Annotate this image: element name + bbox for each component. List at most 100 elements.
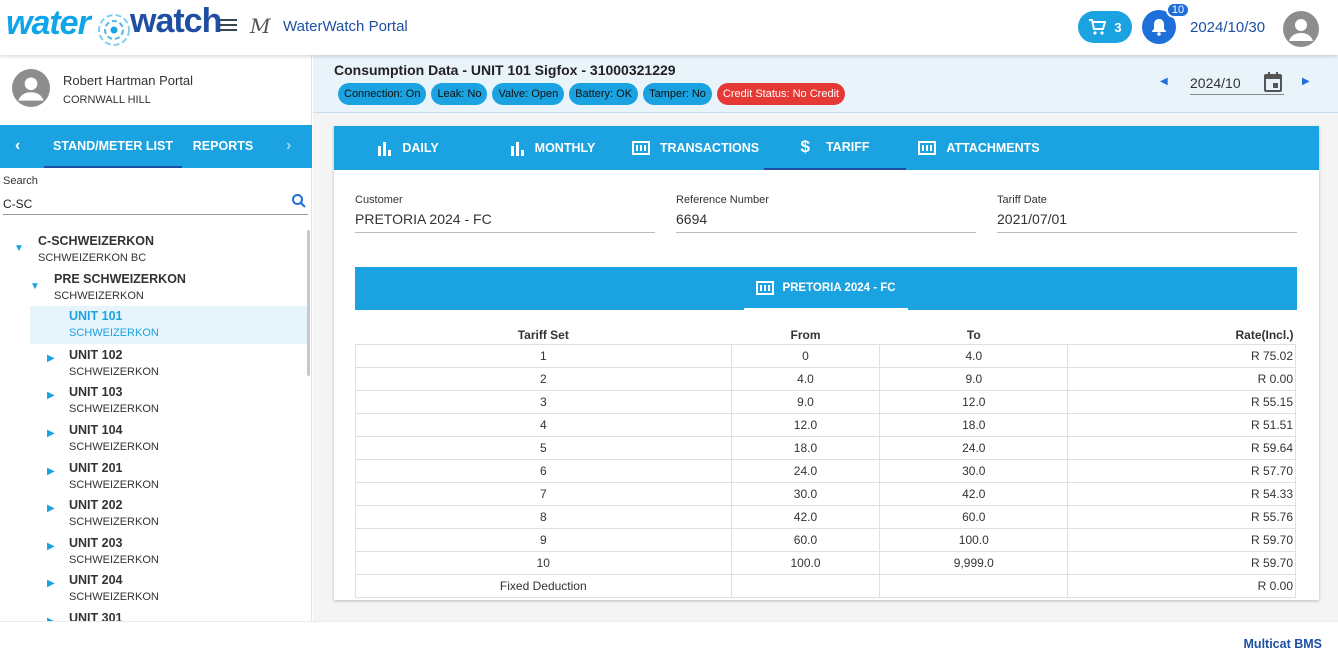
caret-right-icon[interactable]: ▶ [47,578,55,589]
table-row: 7 30.0 42.0 R 54.33 [355,481,1296,506]
consumption-tabs: DAILY MONTHLY TRANSACTIONS $ TARIFF ATTA… [334,126,1319,170]
customer-label: Customer [355,194,403,206]
cell: R 54.33 [1067,481,1296,506]
stand-meter-tree: ▼ C-SCHWEIZERKON SCHWEIZERKON BC ▼ PRE S… [0,230,308,621]
chevron-right-icon[interactable]: › [286,137,291,155]
tree-node-title: UNIT 203 [69,536,123,550]
tree-node-selected[interactable]: UNIT 101 SCHWEIZERKON [30,306,308,344]
tree-node-subtitle: SCHWEIZERKON [69,591,159,603]
tree-node-title: UNIT 204 [69,573,123,587]
table-row: 1 0 4.0 R 75.02 [355,343,1296,368]
tab-daily[interactable]: DAILY [360,126,455,170]
tab-stand-meter-list[interactable]: STAND/METER LIST [44,125,182,168]
caret-down-icon[interactable]: ▼ [14,243,24,254]
cell: 18.0 [730,435,881,460]
table-row: 8 42.0 60.0 R 55.76 [355,504,1296,529]
caret-right-icon[interactable]: ▶ [47,466,55,477]
column-header: Tariff Set [517,327,569,342]
caret-right-icon[interactable]: ▶ [47,428,55,439]
cell: 8 [355,504,732,529]
cell: 42.0 [730,504,881,529]
table-row: 9 60.0 100.0 R 59.70 [355,527,1296,552]
tree-node-title: UNIT 301 [69,611,123,621]
cell: R 51.51 [1067,412,1296,437]
cell: 4.0 [730,366,881,391]
tree-node-subtitle: SCHWEIZERKON [69,554,159,566]
tab-label: TRANSACTIONS [659,141,760,155]
portal-title: WaterWatch Portal [283,18,408,35]
tree-node[interactable]: ▶ UNIT 203 SCHWEIZERKON [0,536,308,574]
logo-text-right: watch [130,2,222,40]
status-badge-credit: Credit Status: No Credit [716,83,846,105]
logo-text-left: water [6,4,91,42]
tree-node[interactable]: ▶ UNIT 204 SCHWEIZERKON [0,573,308,611]
tree-node-title: C-SCHWEIZERKON [38,234,154,248]
menu-icon[interactable] [219,16,239,36]
caret-right-icon[interactable]: ▶ [47,503,55,514]
previous-month-icon[interactable]: ◀ [1160,76,1168,87]
tree-node[interactable]: ▼ PRE SCHWEIZERKON SCHWEIZERKON [0,272,308,310]
tree-node[interactable]: ▶ UNIT 104 SCHWEIZERKON [0,423,308,461]
tab-reports[interactable]: REPORTS [184,125,262,168]
tree-node-subtitle: SCHWEIZERKON [69,516,159,528]
cell: 2 [355,366,732,391]
tab-pretoria-2024-fc[interactable]: PRETORIA 2024 - FC [744,267,908,310]
cart-button[interactable]: 3 [1078,11,1132,43]
tree-node[interactable]: ▶ UNIT 301 [0,611,308,621]
column-header: From [790,327,821,342]
calendar-icon[interactable] [1264,72,1282,92]
tree-node[interactable]: ▶ UNIT 201 SCHWEIZERKON [0,461,308,499]
tree-node[interactable]: ▼ C-SCHWEIZERKON SCHWEIZERKON BC [0,234,308,272]
next-month-icon[interactable]: ▶ [1302,76,1310,87]
cell: R 0.00 [1067,573,1296,598]
bar-chart-icon [510,142,524,156]
reference-number-field: 6694 [676,208,976,233]
tree-node[interactable]: ▶ UNIT 202 SCHWEIZERKON [0,498,308,536]
dollar-icon: $ [800,137,810,156]
tab-tariff[interactable]: $ TARIFF [764,126,906,170]
cell: 5 [355,435,732,460]
cell: 100.0 [879,527,1069,552]
column-header: Rate(Incl.) [1235,327,1294,342]
caret-down-icon[interactable]: ▼ [30,281,40,292]
table-row: Fixed Deduction R 0.00 [355,573,1296,598]
tree-node-subtitle: SCHWEIZERKON [54,290,144,302]
account-avatar[interactable] [1283,11,1319,47]
tree-node-title: UNIT 201 [69,461,123,475]
cell: 3 [355,389,732,414]
cell: 24.0 [879,435,1069,460]
caret-right-icon[interactable]: ▶ [47,353,55,364]
meter-icon [756,280,775,295]
meter-icon [631,141,650,155]
chevron-left-icon[interactable]: ‹ [15,137,20,155]
current-date: 2024/10/30 [1190,19,1266,36]
cell: R 75.02 [1067,343,1296,368]
tree-node-title: UNIT 202 [69,498,123,512]
table-row: 4 12.0 18.0 R 51.51 [355,412,1296,437]
multicat-mark-icon: M [250,14,271,38]
caret-right-icon[interactable]: ▶ [47,390,55,401]
tab-transactions[interactable]: TRANSACTIONS [628,126,763,170]
tab-monthly[interactable]: MONTHLY [502,126,602,170]
cell: R 57.70 [1067,458,1296,483]
tree-node-subtitle: SCHWEIZERKON [69,441,159,453]
cell: 6 [355,458,732,483]
search-icon[interactable] [291,193,307,209]
tree-node-title: UNIT 104 [69,423,123,437]
user-info: Robert Hartman Portal CORNWALL HILL [0,55,312,125]
tab-attachments[interactable]: ATTACHMENTS [918,126,1040,170]
caret-right-icon[interactable]: ▶ [47,541,55,552]
cell: 24.0 [730,458,881,483]
tree-scrollbar[interactable] [307,230,310,376]
cell [730,573,881,598]
sub-tab-label: PRETORIA 2024 - FC [782,281,896,294]
tree-node[interactable]: ▶ UNIT 103 SCHWEIZERKON [0,385,308,423]
tree-node-title: UNIT 103 [69,385,123,399]
column-header: To [966,327,981,342]
reference-number-label: Reference Number [676,194,769,206]
search-input[interactable] [3,193,308,215]
tariff-table: Tariff Set From To Rate(Incl.) 1 0 4.0 R 75… [355,326,1296,598]
tree-node[interactable]: ▶ UNIT 102 SCHWEIZERKON [0,348,308,386]
waterwatch-logo[interactable]: water watch [4,2,222,52]
person-icon [1289,19,1313,41]
